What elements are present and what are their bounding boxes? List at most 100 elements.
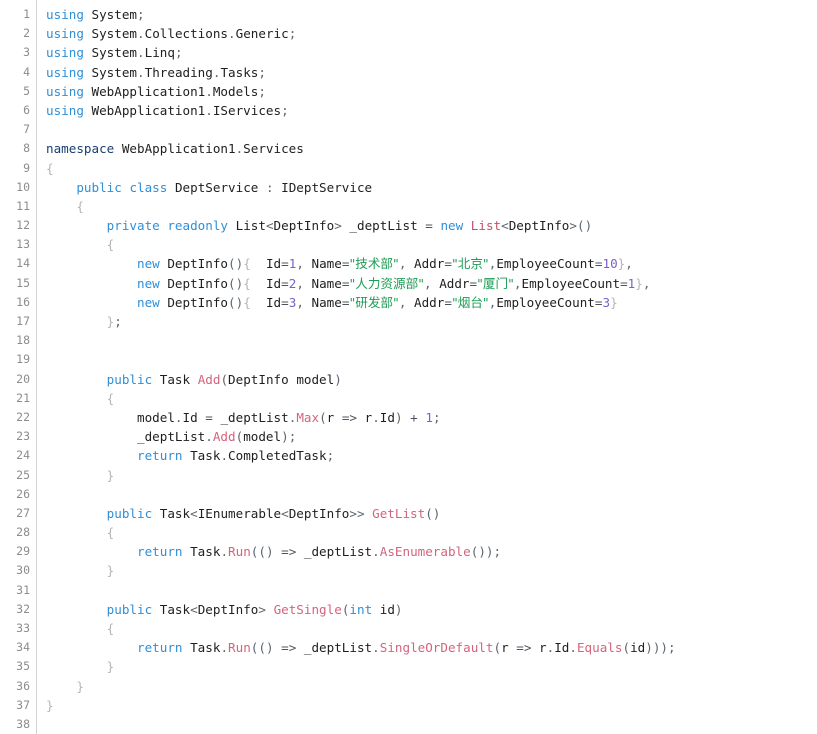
token-plain: DeptService: [174, 179, 259, 195]
token-punct: ;: [137, 7, 145, 22]
token-punct: ,: [642, 275, 651, 291]
token-plain: Task: [159, 601, 191, 617]
token-punct: ;: [432, 409, 441, 425]
code-line[interactable]: [46, 485, 817, 504]
token-punct: ,: [296, 275, 304, 291]
token-punct: ): [394, 601, 403, 617]
code-content-area[interactable]: using System; using System.Collections.Ge…: [37, 0, 817, 734]
code-line[interactable]: {: [46, 619, 817, 638]
token-op: =: [444, 294, 452, 310]
line-number: 9: [23, 160, 30, 175]
token-plain: Task: [190, 544, 221, 560]
token-kw: private: [106, 218, 160, 234]
token-punct: >: [334, 218, 342, 234]
token-num: 1: [425, 409, 433, 425]
code-line[interactable]: private readonly List<DeptInfo> _deptLis…: [46, 216, 817, 235]
code-line[interactable]: };: [46, 312, 817, 331]
code-line[interactable]: new DeptInfo(){ Id=3, Name="研发部", Addr="…: [46, 293, 817, 312]
code-line[interactable]: {: [46, 197, 817, 216]
token-kw: readonly: [167, 218, 229, 234]
code-line[interactable]: _deptList.Add(model);: [46, 427, 817, 446]
code-line[interactable]: namespace WebApplication1.Services: [46, 139, 817, 158]
line-number: 34: [16, 640, 30, 655]
token-plain: DeptInfo: [273, 218, 335, 234]
token-str: "北京": [451, 256, 489, 272]
token-method: Add: [197, 371, 221, 387]
token-method: Equals: [576, 640, 623, 656]
token-plain: Task: [159, 505, 191, 521]
token-punct: <: [501, 218, 509, 234]
line-number: 25: [16, 467, 30, 482]
token-op: =: [469, 275, 478, 291]
token-brace: }: [46, 697, 54, 713]
token-punct: (: [319, 409, 327, 425]
token-punct: ;: [288, 429, 297, 445]
code-line[interactable]: model.Id = _deptList.Max(r => r.Id) + 1;: [46, 408, 817, 427]
token-plain: r: [539, 640, 547, 656]
line-number-gutter: 1 2 3 4 5 6 7 8 9 10 11 12 13 14 15 16 17 18 19 20 21 22 23 24 2…: [0, 0, 37, 734]
token-punct: .: [205, 83, 213, 99]
token-plain: Task: [190, 640, 221, 656]
code-line[interactable]: }: [46, 657, 817, 676]
token-plain: Id: [265, 275, 282, 291]
code-line[interactable]: new DeptInfo(){ Id=1, Name="技术部", Addr="…: [46, 254, 817, 273]
code-line[interactable]: public Task<DeptInfo> GetSingle(int id): [46, 600, 817, 619]
token-type: List: [470, 218, 502, 234]
token-str: "人力资源部": [349, 275, 424, 291]
token-punct: (): [228, 294, 244, 310]
token-op: =: [444, 256, 452, 272]
token-punct: ;: [281, 102, 289, 118]
token-brace: {: [243, 275, 251, 291]
code-line[interactable]: {: [46, 523, 817, 542]
code-line[interactable]: public class DeptService : IDeptService: [46, 178, 817, 197]
code-line[interactable]: {: [46, 159, 817, 178]
code-line[interactable]: using System.Collections.Generic;: [46, 24, 817, 43]
code-line[interactable]: return Task.CompletedTask;: [46, 446, 817, 465]
code-line[interactable]: using WebApplication1.IServices;: [46, 101, 817, 120]
code-line[interactable]: new DeptInfo(){ Id=2, Name="人力资源部", Addr…: [46, 274, 817, 293]
code-line[interactable]: return Task.Run(() => _deptList.AsEnumer…: [46, 542, 817, 561]
code-line[interactable]: [46, 350, 817, 369]
token-num: 3: [602, 294, 611, 310]
token-plain: _deptList: [137, 429, 206, 445]
code-line[interactable]: return Task.Run(() => _deptList.SingleOr…: [46, 638, 817, 657]
code-line[interactable]: using System.Threading.Tasks;: [46, 63, 817, 82]
code-line[interactable]: using WebApplication1.Models;: [46, 82, 817, 101]
code-line[interactable]: }: [46, 696, 817, 715]
token-kw: public: [76, 179, 122, 195]
token-op: =: [205, 409, 213, 425]
code-line[interactable]: public Task Add(DeptInfo model): [46, 370, 817, 389]
code-line[interactable]: [46, 715, 817, 734]
code-line[interactable]: using System.Linq;: [46, 43, 817, 62]
code-line[interactable]: }: [46, 466, 817, 485]
token-op: +: [410, 409, 418, 425]
code-line[interactable]: public Task<IEnumerable<DeptInfo>> GetLi…: [46, 504, 817, 523]
code-line[interactable]: [46, 331, 817, 350]
code-line[interactable]: }: [46, 677, 817, 696]
line-number: 19: [16, 352, 30, 367]
code-line[interactable]: [46, 120, 817, 139]
code-line[interactable]: {: [46, 235, 817, 254]
code-line[interactable]: [46, 581, 817, 600]
token-plain: DeptInfo: [288, 505, 350, 521]
code-line[interactable]: using System;: [46, 5, 817, 24]
code-line[interactable]: }: [46, 561, 817, 580]
token-plain: System: [91, 64, 138, 80]
line-number: 3: [23, 45, 30, 60]
token-punct: <: [281, 505, 289, 521]
token-plain: EmployeeCount: [521, 275, 621, 291]
token-plain: CompletedTask: [228, 448, 327, 464]
code-line[interactable]: {: [46, 389, 817, 408]
token-punct: ,: [296, 294, 304, 310]
